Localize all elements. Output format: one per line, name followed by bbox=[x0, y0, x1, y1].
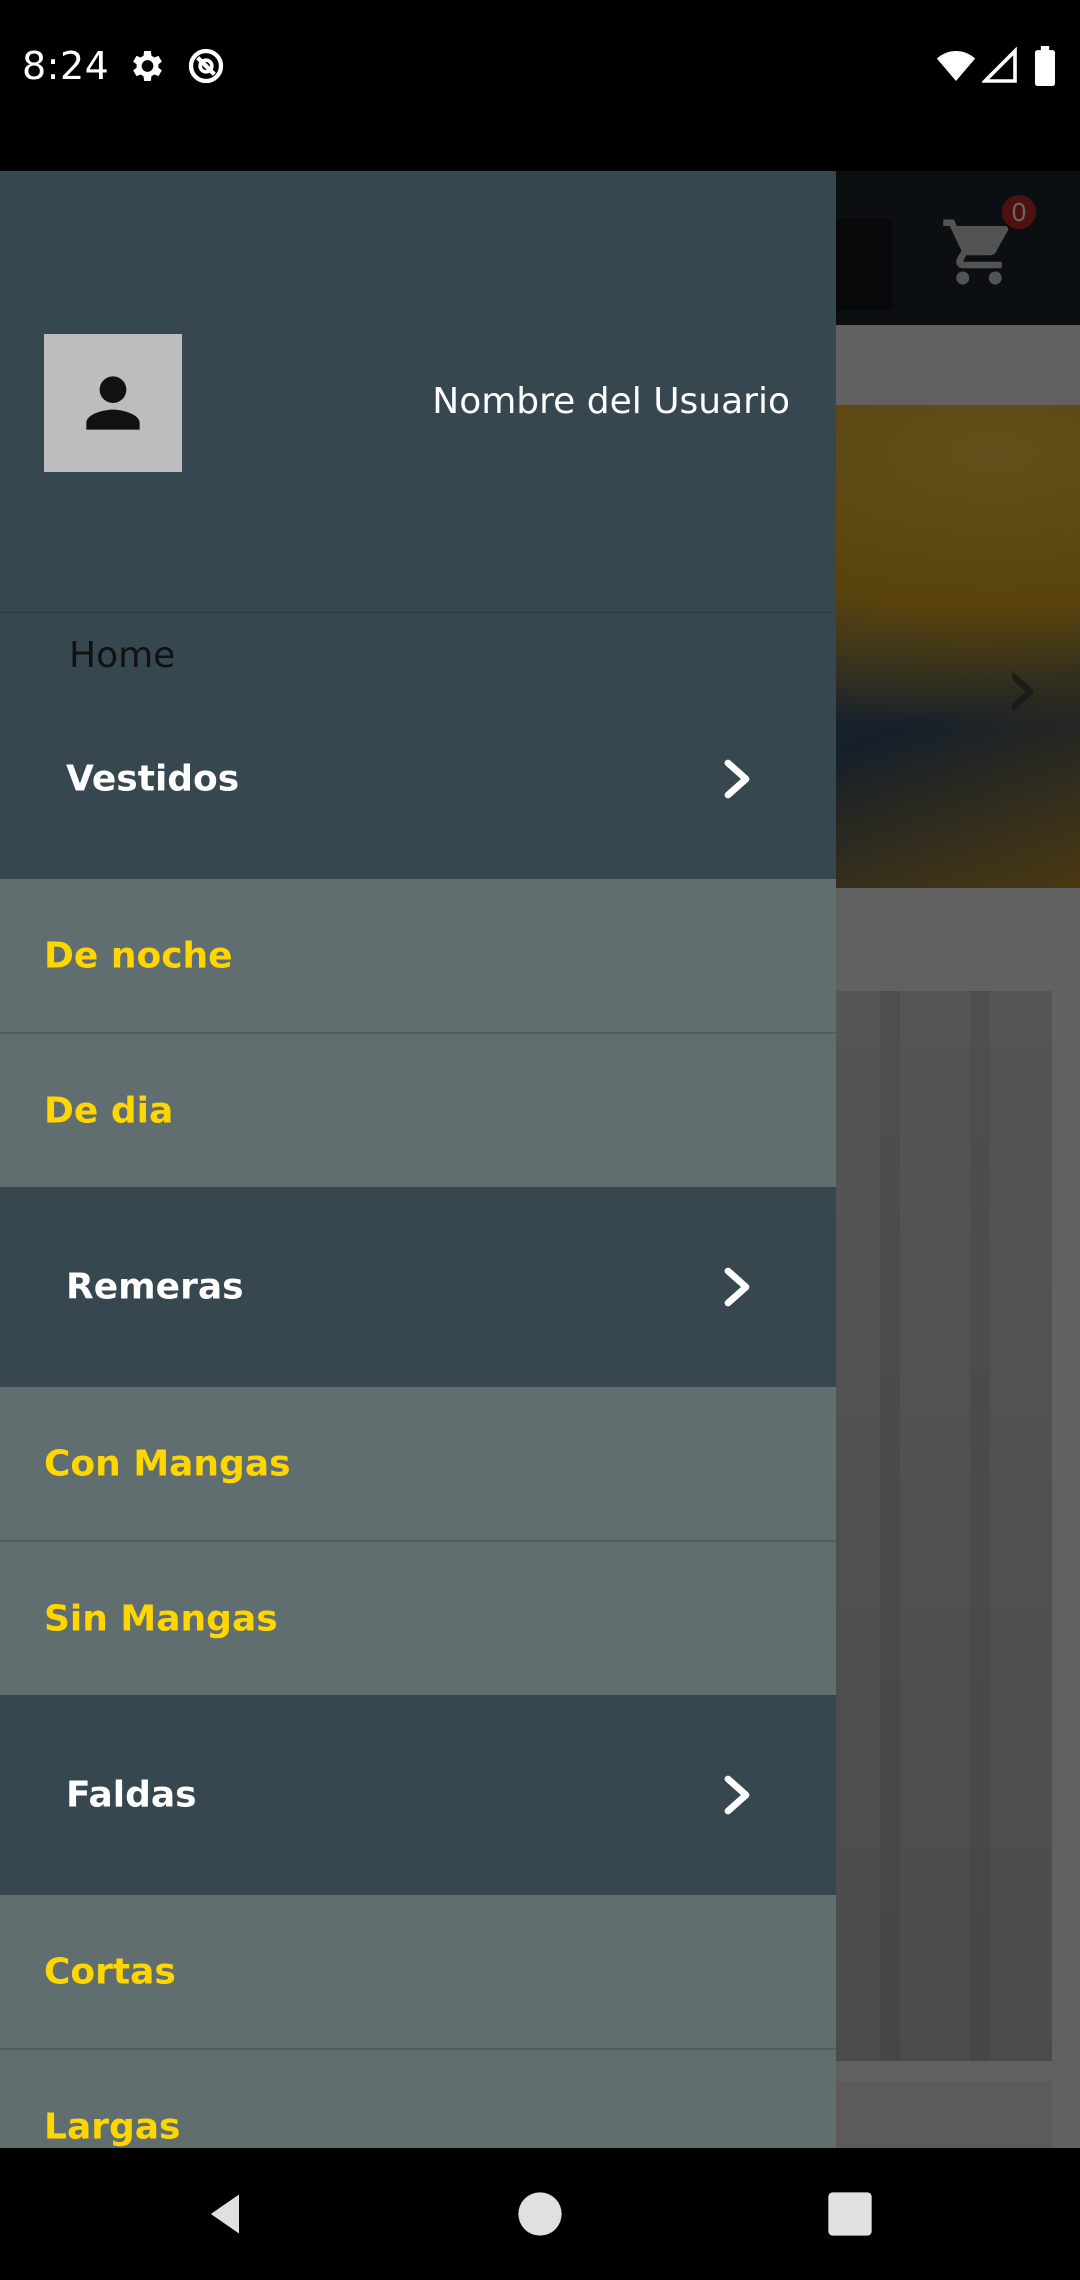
submenu-item-sin-mangas[interactable]: Sin Mangas bbox=[0, 1542, 836, 1697]
status-time: 8:24 bbox=[22, 44, 110, 88]
submenu-label: Con Mangas bbox=[44, 1443, 291, 1484]
submenu-item-cortas[interactable]: Cortas bbox=[0, 1895, 836, 2050]
section-label: Remeras bbox=[66, 1266, 244, 1308]
submenu-item-largas[interactable]: Largas bbox=[0, 2050, 836, 2148]
submenu-item-con-mangas[interactable]: Con Mangas bbox=[0, 1387, 836, 1542]
drawer-header: Nombre del Usuario bbox=[0, 171, 836, 613]
section-label: Vestidos bbox=[66, 758, 240, 800]
submenu-label: De noche bbox=[44, 935, 233, 976]
signal-icon bbox=[982, 46, 1017, 83]
recents-icon[interactable] bbox=[824, 2188, 876, 2240]
system-nav-bar bbox=[0, 2148, 1080, 2280]
avatar[interactable] bbox=[44, 334, 182, 472]
wifi-icon bbox=[936, 51, 976, 81]
home-icon[interactable] bbox=[514, 2188, 566, 2240]
submenu-label: Largas bbox=[44, 2106, 181, 2147]
submenu-label: De dia bbox=[44, 1090, 174, 1131]
menu-item-home[interactable]: Home bbox=[69, 635, 175, 676]
submenu-label: Cortas bbox=[44, 1951, 176, 1992]
submenu-label: Sin Mangas bbox=[44, 1598, 278, 1639]
submenu-item-de-dia[interactable]: De dia bbox=[0, 1034, 836, 1189]
chevron-right-icon bbox=[724, 1267, 750, 1307]
user-name: Nombre del Usuario bbox=[432, 381, 790, 422]
chevron-right-icon bbox=[724, 759, 750, 799]
status-bar: 8:24 bbox=[0, 0, 1080, 171]
section-label: Faldas bbox=[66, 1774, 197, 1816]
menu-section-vestidos[interactable]: Vestidos bbox=[0, 679, 836, 879]
navigation-drawer: Nombre del Usuario Home Vestidos De noch… bbox=[0, 171, 836, 2148]
menu-section-faldas[interactable]: Faldas bbox=[0, 1695, 836, 1895]
back-icon[interactable] bbox=[200, 2188, 252, 2240]
person-icon bbox=[86, 376, 140, 430]
settings-icon bbox=[133, 51, 162, 81]
chevron-right-icon bbox=[724, 1775, 750, 1815]
do-not-disturb-icon bbox=[188, 48, 224, 84]
battery-icon bbox=[1035, 46, 1055, 86]
menu-section-remeras[interactable]: Remeras bbox=[0, 1187, 836, 1387]
submenu-item-de-noche[interactable]: De noche bbox=[0, 879, 836, 1034]
